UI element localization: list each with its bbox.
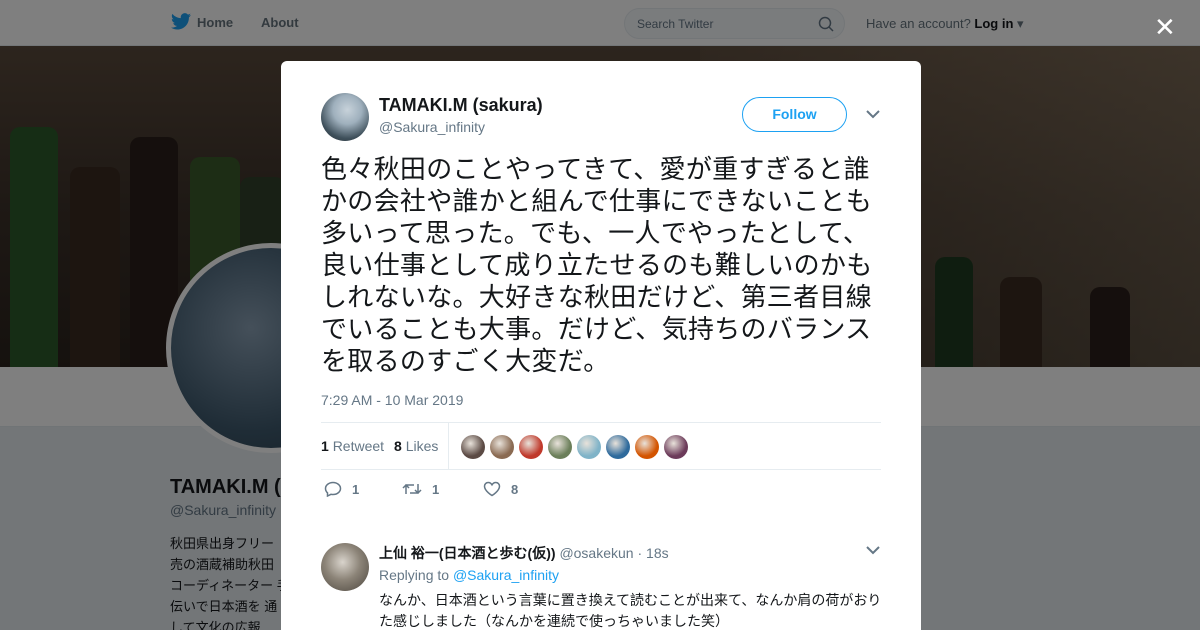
retweet-button[interactable]: 1	[402, 481, 439, 497]
heart-icon	[483, 481, 501, 497]
reply-count: 1	[352, 481, 360, 497]
author-name[interactable]: TAMAKI.M (sakura)	[379, 95, 543, 116]
retweet-stat[interactable]: 1 Retweet	[321, 438, 384, 454]
reply-button[interactable]: 1	[324, 481, 359, 497]
liker-avatar[interactable]	[577, 435, 601, 459]
liker-avatar[interactable]	[606, 435, 630, 459]
reply-author-handle[interactable]: @osakekun	[559, 545, 633, 561]
liker-avatar[interactable]	[548, 435, 572, 459]
liker-avatar[interactable]	[664, 435, 688, 459]
likes-count: 8	[394, 438, 402, 454]
reply-author-name[interactable]: 上仙 裕一(日本酒と歩む(仮))	[379, 545, 556, 561]
stats-divider	[448, 423, 449, 469]
tweet-text: 色々秋田のことやってきて、愛が重すぎると誰かの会社や誰かと組んで仕事にできないこ…	[321, 154, 873, 376]
retweet-action-count: 1	[432, 481, 440, 497]
likes-stat[interactable]: 8 Likes	[394, 438, 438, 454]
author-avatar[interactable]	[321, 93, 369, 141]
tweet-actions: 1 1 8	[321, 481, 881, 501]
liker-avatars	[461, 435, 688, 459]
likes-label: Likes	[405, 438, 439, 454]
tweet-modal: TAMAKI.M (sakura) @Sakura_infinity Follo…	[281, 61, 921, 630]
like-button[interactable]: 8	[483, 481, 518, 497]
reply-time[interactable]: · 18s	[637, 545, 668, 561]
tweet-stats: 1 Retweet 8 Likes	[321, 422, 881, 470]
chevron-down-icon[interactable]	[866, 109, 880, 119]
replying-to-link[interactable]: @Sakura_infinity	[453, 567, 559, 583]
liker-avatar[interactable]	[461, 435, 485, 459]
retweet-label: Retweet	[332, 438, 385, 454]
replying-prefix: Replying to	[379, 567, 450, 583]
reply-icon	[324, 481, 342, 497]
like-action-count: 8	[511, 481, 519, 497]
retweet-icon	[402, 483, 422, 495]
tweet-timestamp[interactable]: 7:29 AM - 10 Mar 2019	[321, 392, 463, 408]
liker-avatar[interactable]	[490, 435, 514, 459]
chevron-down-icon[interactable]	[866, 545, 880, 555]
liker-avatar[interactable]	[635, 435, 659, 459]
follow-button[interactable]: Follow	[742, 97, 847, 132]
close-icon[interactable]: ✕	[1154, 12, 1176, 43]
author-handle[interactable]: @Sakura_infinity	[379, 119, 485, 135]
reply-avatar[interactable]	[321, 543, 369, 591]
liker-avatar[interactable]	[519, 435, 543, 459]
retweet-count: 1	[321, 438, 329, 454]
reply-text: なんか、日本酒という言葉に置き換えて読むことが出来て、なんか肩の荷がおりた感じし…	[379, 592, 882, 629]
reply-header: 上仙 裕一(日本酒と歩む(仮)) @osakekun · 18s	[379, 543, 669, 563]
replying-to: Replying to @Sakura_infinity	[379, 567, 559, 583]
